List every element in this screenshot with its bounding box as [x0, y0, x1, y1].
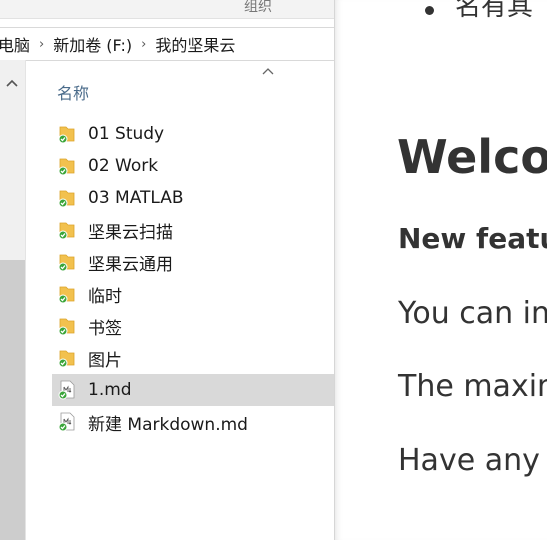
preview-paragraph: The maxim — [398, 369, 547, 404]
markdown-file-synced-icon — [58, 380, 75, 400]
markdown-preview-pane: 名有其 Welcor New featu You can ins The max… — [334, 0, 547, 540]
preview-list-item: 名有其 — [455, 0, 534, 22]
ribbon-strip: 组织 — [0, 0, 334, 19]
markdown-file-synced-icon — [58, 412, 75, 432]
file-name: 书签 — [88, 318, 122, 339]
list-item[interactable]: 图片 — [52, 342, 334, 374]
file-name: 02 Work — [88, 156, 159, 176]
folder-synced-icon — [58, 158, 75, 176]
list-item[interactable]: 新建 Markdown.md — [52, 406, 334, 438]
file-name: 坚果云通用 — [88, 254, 173, 275]
folder-synced-icon — [58, 318, 75, 336]
file-explorer-window: 组织 电脑 › 新加卷 (F:) › 我的坚果云 名称 01 Study 02 … — [0, 0, 334, 540]
address-bar[interactable]: 电脑 › 新加卷 (F:) › 我的坚果云 — [0, 27, 334, 61]
breadcrumb-nutstore[interactable]: 我的坚果云 — [155, 32, 235, 56]
preview-subheading: New featu — [398, 222, 547, 255]
file-list: 01 Study 02 Work 03 MATLAB 坚果云扫描 坚果云通用 临… — [52, 118, 334, 438]
list-item[interactable]: 01 Study — [52, 118, 334, 150]
ribbon-group-organize-label: 组织 — [244, 0, 272, 15]
file-name: 01 Study — [88, 124, 165, 144]
sort-ascending-icon[interactable] — [262, 64, 274, 78]
chevron-right-icon[interactable]: › — [141, 37, 146, 52]
file-name: 03 MATLAB — [88, 188, 184, 208]
list-bullet — [425, 6, 434, 15]
pane-divider[interactable] — [25, 60, 26, 540]
breadcrumb-computer[interactable]: 电脑 — [0, 32, 30, 56]
breadcrumb-drive-f[interactable]: 新加卷 (F:) — [53, 32, 132, 56]
folder-synced-icon — [58, 190, 75, 208]
chevron-right-icon[interactable]: › — [39, 37, 44, 52]
list-item[interactable]: 03 MATLAB — [52, 182, 334, 214]
list-item[interactable]: 临时 — [52, 278, 334, 310]
folder-synced-icon — [58, 222, 75, 240]
preview-paragraph: Have any c — [398, 443, 547, 478]
folder-synced-icon — [58, 286, 75, 304]
list-item[interactable]: 书签 — [52, 310, 334, 342]
list-item[interactable]: 坚果云通用 — [52, 246, 334, 278]
folder-synced-icon — [58, 254, 75, 272]
column-header-name[interactable]: 名称 — [57, 80, 89, 104]
folder-synced-icon — [58, 126, 75, 144]
list-item[interactable]: 坚果云扫描 — [52, 214, 334, 246]
file-name: 坚果云扫描 — [88, 222, 173, 243]
preview-paragraph: You can ins — [398, 296, 547, 331]
file-name: 临时 — [88, 286, 122, 307]
scroll-up-icon[interactable] — [6, 76, 18, 90]
file-name: 图片 — [88, 350, 122, 371]
list-item-selected[interactable]: 1.md — [52, 374, 334, 406]
navigation-pane[interactable] — [0, 60, 25, 540]
file-name: 1.md — [88, 380, 132, 400]
preview-heading: Welcor — [397, 130, 547, 184]
folder-synced-icon — [58, 350, 75, 368]
list-item[interactable]: 02 Work — [52, 150, 334, 182]
navigation-scrollbar-thumb[interactable] — [0, 260, 25, 540]
file-name: 新建 Markdown.md — [88, 414, 248, 435]
